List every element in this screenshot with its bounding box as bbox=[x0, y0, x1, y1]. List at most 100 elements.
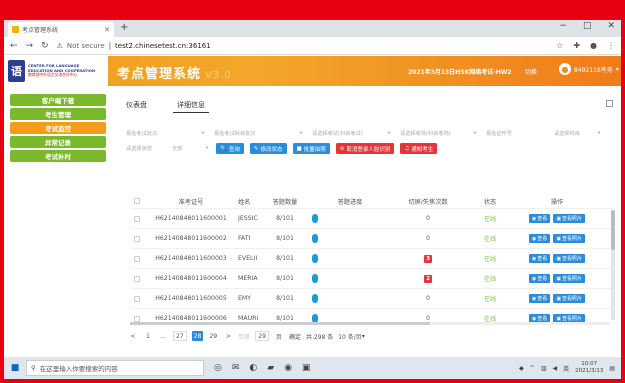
tab-dashboard[interactable]: 仪表盘 bbox=[122, 98, 151, 113]
candidate-name: EMY bbox=[238, 295, 252, 302]
row-checkbox[interactable] bbox=[134, 235, 140, 242]
close-tab-icon[interactable]: ✕ bbox=[104, 26, 110, 34]
clock-date: 2021/3/13 bbox=[575, 368, 604, 374]
version-label: V3.0 bbox=[205, 70, 232, 81]
answered-count: 8/101 bbox=[276, 275, 294, 282]
row-checkbox[interactable] bbox=[134, 295, 140, 302]
profile-icon[interactable]: ● bbox=[590, 41, 597, 50]
sidebar-item-extra-time[interactable]: 考试补时 bbox=[10, 150, 106, 162]
exam-batch-select[interactable]: 报名考试批次 ▾ bbox=[124, 128, 206, 138]
subject-select[interactable]: 请选择科目 ▾ bbox=[552, 128, 602, 138]
input-method[interactable]: 英 bbox=[563, 364, 569, 373]
exam-info: 2021年3月13日HSK网络考试-HW2 bbox=[408, 69, 512, 76]
expand-tray-icon[interactable]: ^ bbox=[530, 365, 535, 372]
page-unit: 页 bbox=[275, 333, 282, 341]
page-current[interactable]: 28 bbox=[191, 331, 204, 341]
windows-start-icon[interactable]: ■ bbox=[4, 363, 26, 373]
view-button[interactable]: ◉ 查看 bbox=[528, 214, 551, 223]
view-photo-button[interactable]: ▣ 查看照片 bbox=[553, 214, 586, 223]
view-photo-button[interactable]: ▣ 查看照片 bbox=[553, 254, 586, 263]
mail-icon[interactable]: ✉ bbox=[232, 363, 240, 373]
notification-icon[interactable]: ▤ bbox=[609, 365, 615, 372]
row-checkbox[interactable] bbox=[134, 255, 140, 262]
ticket-number: H62140848011600002 bbox=[155, 235, 227, 242]
tab-details[interactable]: 详细信息 bbox=[173, 98, 209, 113]
pagination: < 1 ... 27 28 29 > 到第 29 页 确定 共 298 条 10… bbox=[128, 331, 365, 341]
user-menu[interactable]: ● 8492118考务 ▾ bbox=[559, 63, 619, 75]
sidebar-item-candidate-management[interactable]: 考生管理 bbox=[10, 108, 106, 120]
page-ellipsis: ... bbox=[160, 332, 166, 340]
scroll-thumb[interactable] bbox=[130, 322, 430, 325]
cancel-face-recognition-button[interactable]: ⊘ 取消登录人脸识别 bbox=[335, 143, 395, 154]
page-1[interactable]: 1 bbox=[143, 331, 153, 341]
header-progress: 答题进度 bbox=[337, 198, 363, 206]
favicon-icon bbox=[12, 26, 19, 33]
view-button[interactable]: ◉ 查看 bbox=[528, 274, 551, 283]
header-status: 状态 bbox=[483, 198, 497, 206]
view-photo-button[interactable]: ▣ 查看照片 bbox=[553, 234, 586, 243]
task-view-icon[interactable]: ◎ bbox=[214, 363, 222, 373]
horizontal-scrollbar[interactable] bbox=[130, 322, 610, 325]
page-29[interactable]: 29 bbox=[208, 331, 218, 341]
select-all-checkbox[interactable] bbox=[134, 198, 140, 204]
row-checkbox[interactable] bbox=[134, 275, 140, 282]
view-button[interactable]: ◉ 查看 bbox=[528, 254, 551, 263]
page-size-select[interactable]: 10 条/页 ▾ bbox=[338, 331, 365, 341]
modify-status-button[interactable]: ✎ 修改状态 bbox=[249, 143, 287, 154]
switch-count: 0 bbox=[426, 295, 430, 302]
view-photo-button[interactable]: ▣ 查看照片 bbox=[553, 274, 586, 283]
view-button[interactable]: ◉ 查看 bbox=[528, 294, 551, 303]
subtabs: 仪表盘 详细信息 bbox=[122, 98, 209, 113]
tray-app-icon[interactable]: ◆ bbox=[519, 365, 524, 372]
folder-icon[interactable]: ▰ bbox=[267, 363, 274, 373]
view-button[interactable]: ◉ 查看 bbox=[528, 234, 551, 243]
exam-select[interactable]: 请选择考试(科目考试) ▾ bbox=[310, 128, 392, 138]
expand-icon[interactable] bbox=[606, 100, 613, 107]
url-field[interactable]: ⚠ Not secure | test2.chinesetest.cn:3616… bbox=[57, 42, 211, 50]
taskbar-search[interactable]: ⚲ 在这里输入你要搜索的内容 bbox=[26, 360, 204, 376]
next-page-button[interactable]: > bbox=[223, 331, 233, 341]
new-tab-button[interactable]: + bbox=[120, 22, 128, 34]
answered-count: 8/101 bbox=[276, 295, 294, 302]
vertical-scrollbar[interactable] bbox=[611, 210, 615, 320]
extensions-icon[interactable]: ✚ bbox=[573, 41, 580, 50]
row-checkbox[interactable] bbox=[134, 315, 140, 322]
star-icon[interactable]: ☆ bbox=[556, 41, 563, 50]
forward-icon[interactable]: → bbox=[26, 41, 34, 51]
edge-icon[interactable]: ◐ bbox=[249, 363, 257, 373]
sidebar-item-exam-monitoring[interactable]: 考试监控 bbox=[10, 122, 106, 134]
goto-page-input[interactable]: 29 bbox=[255, 331, 269, 341]
browser-tab[interactable]: 考点管理系统 ✕ bbox=[8, 22, 114, 37]
page-27[interactable]: 27 bbox=[173, 331, 187, 341]
switch-button[interactable]: 切换 bbox=[525, 67, 537, 76]
app-icon[interactable]: ▣ bbox=[302, 363, 311, 373]
view-photo-button[interactable]: ▣ 查看照片 bbox=[553, 294, 586, 303]
sidebar-item-client-download[interactable]: 客户端下载 bbox=[10, 94, 106, 106]
status-select[interactable]: 全部 ▾ bbox=[170, 144, 210, 154]
menu-icon[interactable]: ⋮ bbox=[607, 41, 615, 50]
subject-batch-select[interactable]: 报名考试科目批次 ▾ bbox=[212, 128, 304, 138]
close-window-icon[interactable]: ✕ bbox=[607, 21, 615, 31]
clock[interactable]: 10:07 2021/3/13 bbox=[575, 361, 603, 375]
id-number-input[interactable]: 报名证件号 bbox=[484, 128, 546, 138]
status-text: 在线 bbox=[483, 256, 497, 263]
exam-room-select[interactable]: 请选择考场(科目考场) ▾ bbox=[398, 128, 478, 138]
scroll-thumb[interactable] bbox=[611, 210, 615, 250]
prev-page-button[interactable]: < bbox=[128, 331, 138, 341]
answered-count: 8/101 bbox=[276, 235, 294, 242]
row-checkbox[interactable] bbox=[134, 215, 140, 222]
reload-icon[interactable]: ↻ bbox=[41, 41, 49, 51]
minimize-icon[interactable]: − bbox=[559, 21, 567, 31]
network-icon[interactable]: ▥ bbox=[541, 365, 547, 372]
notify-candidates-button[interactable]: ♫ 通知考生 bbox=[400, 143, 438, 154]
volume-icon[interactable]: ◀ bbox=[552, 365, 557, 372]
candidate-name: MERIA bbox=[238, 275, 258, 282]
goto-confirm-button[interactable]: 确定 bbox=[289, 331, 301, 341]
sidebar-item-exception-records[interactable]: 异常记录 bbox=[10, 136, 106, 148]
eye-icon: ◉ bbox=[531, 235, 537, 242]
maximize-icon[interactable]: □ bbox=[583, 21, 592, 31]
batch-photo-button[interactable]: ■ 批量拍照 bbox=[292, 143, 330, 154]
chrome-icon[interactable]: ◉ bbox=[284, 363, 292, 373]
back-icon[interactable]: ← bbox=[10, 41, 18, 51]
query-button[interactable]: 🔍 查询 bbox=[216, 143, 244, 154]
